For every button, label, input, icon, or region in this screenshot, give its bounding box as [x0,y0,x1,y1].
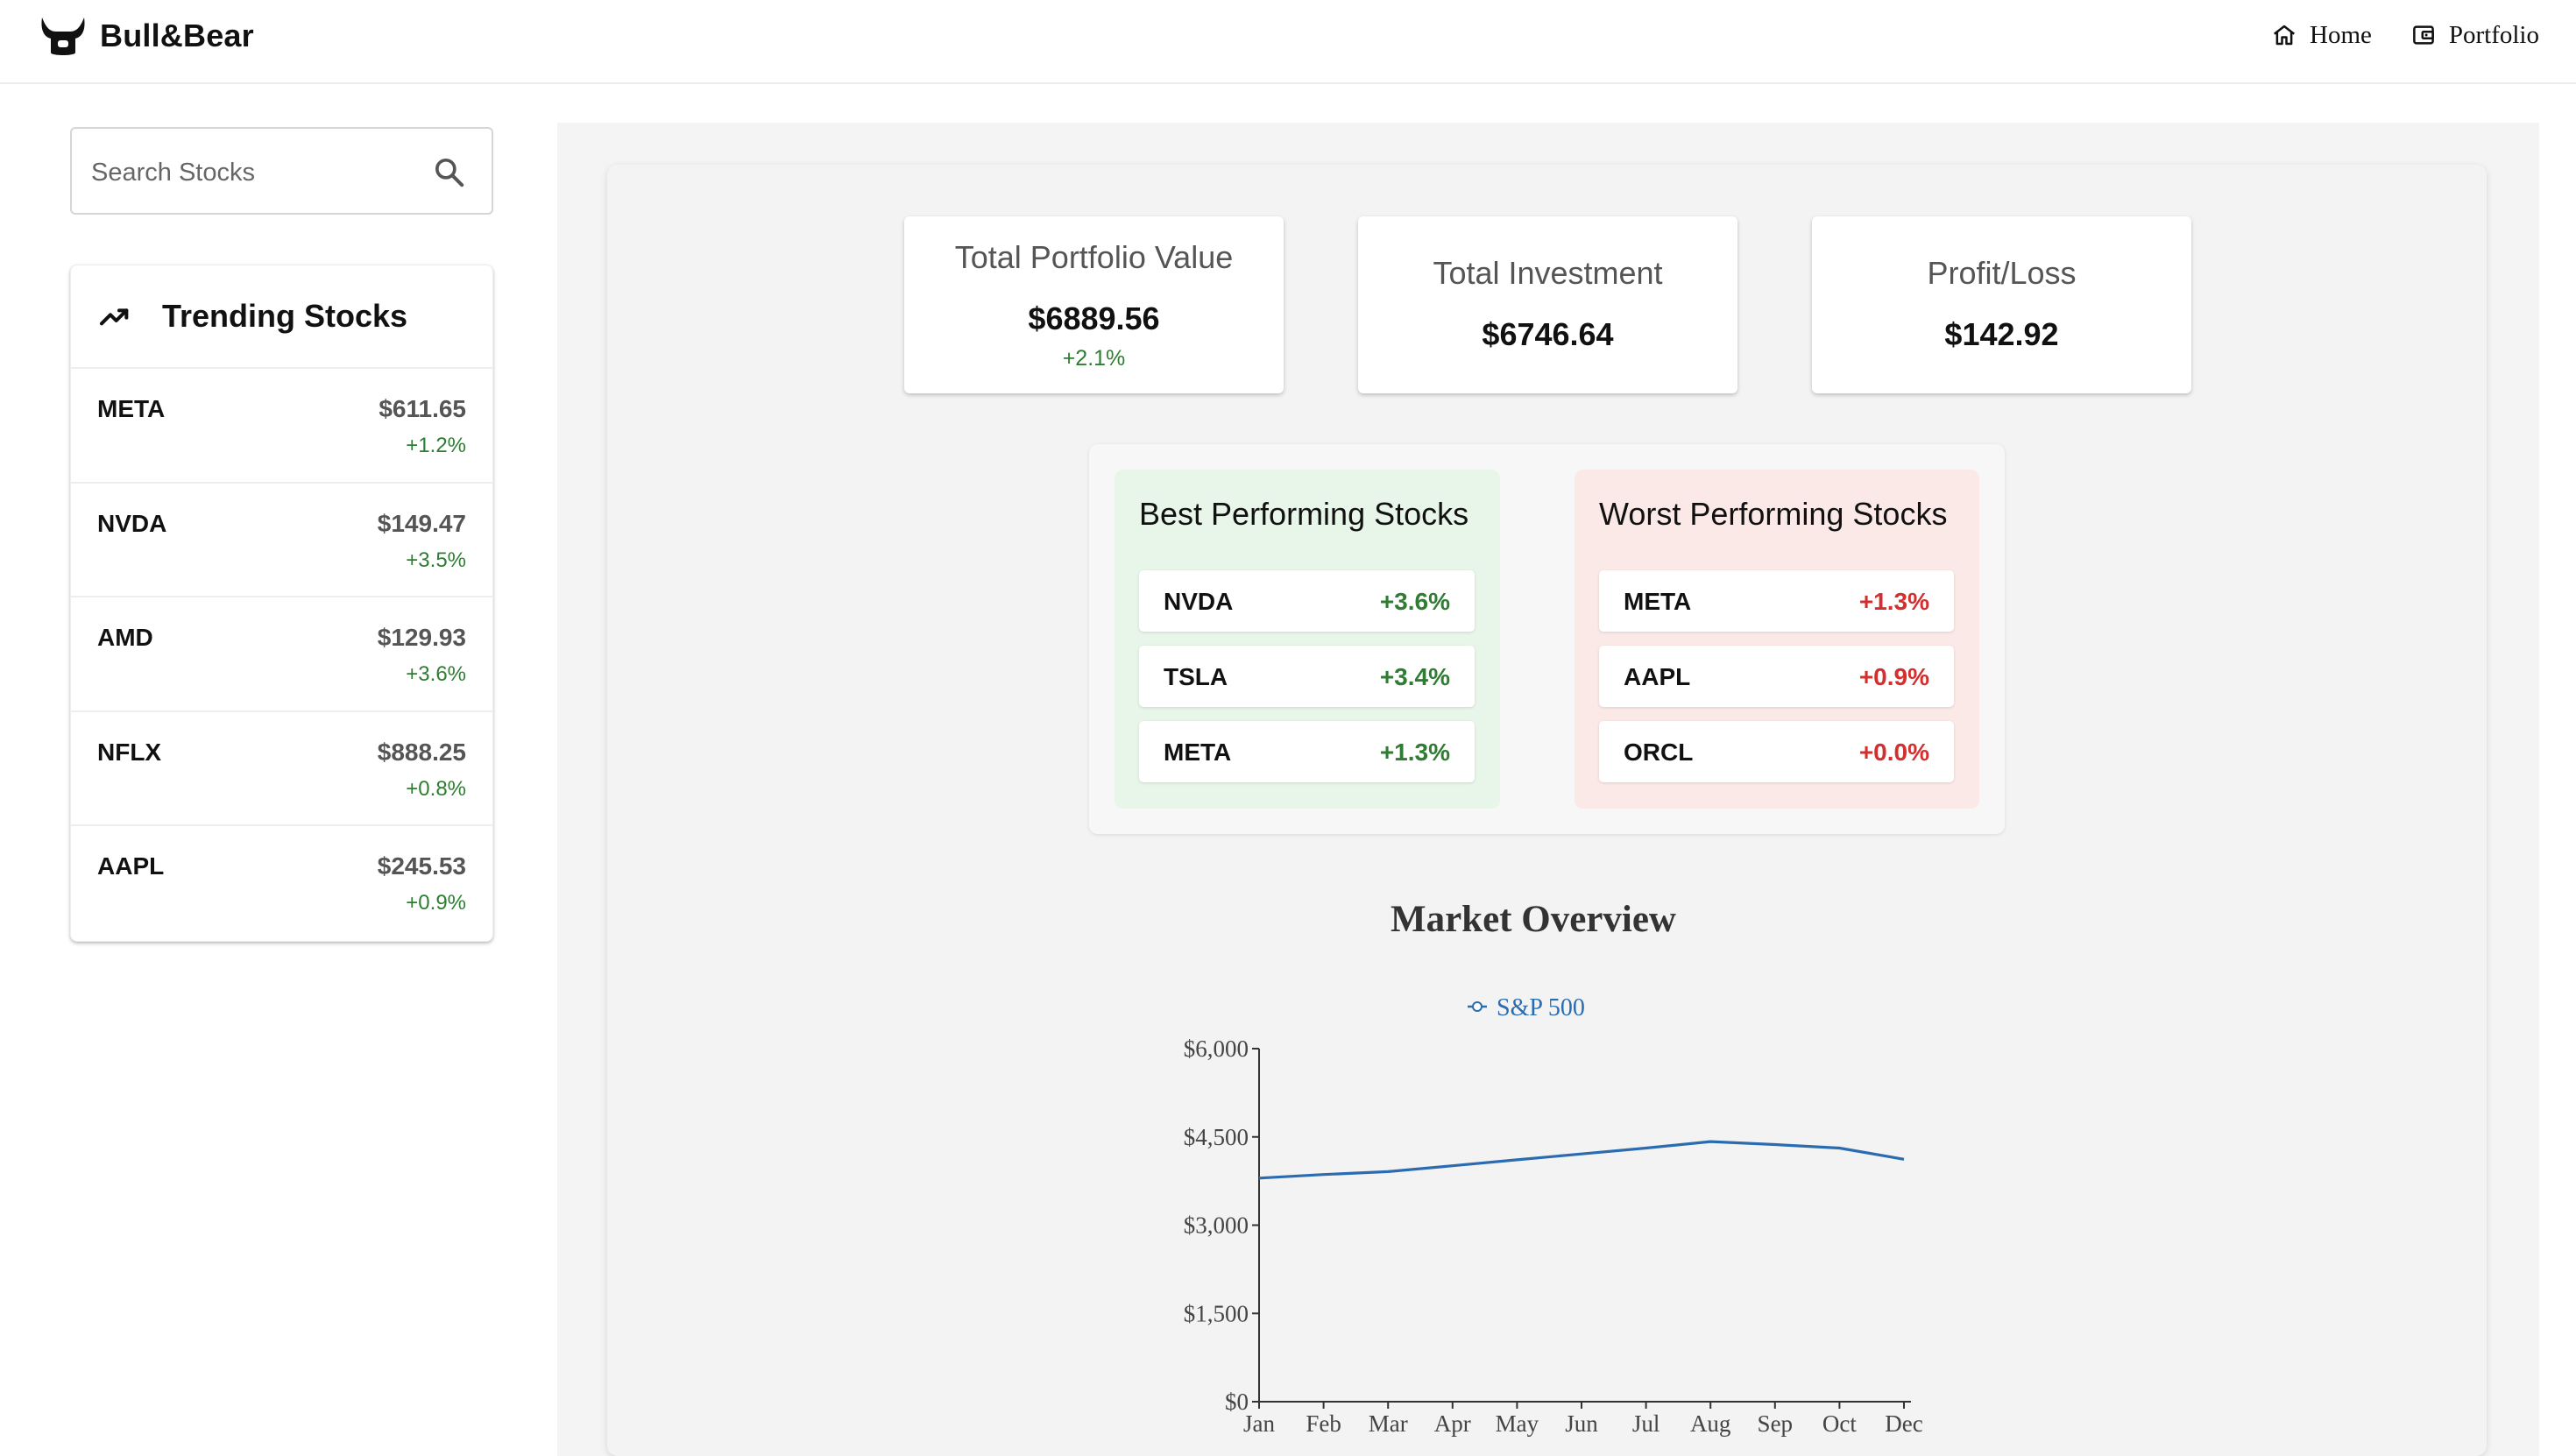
stock-change: +0.0% [1858,739,1929,766]
trending-symbol: NVDA [97,509,167,537]
stock-change: +3.4% [1379,663,1450,690]
stock-change: +1.3% [1858,588,1929,615]
home-icon [2273,25,2296,46]
worst-stock-row[interactable]: ORCL +0.0% [1599,721,1954,782]
trending-row[interactable]: NFLX $888.25 +0.8% [71,712,492,826]
trending-row[interactable]: AAPL $245.53 +0.9% [71,826,492,941]
x-tick-label: Jun [1565,1410,1598,1437]
x-tick-label: Dec [1885,1410,1922,1437]
search-input[interactable] [91,153,424,192]
trending-up-icon [100,308,129,326]
stock-symbol: NVDA [1164,588,1234,615]
x-tick-label: Feb [1306,1410,1341,1437]
y-tick-label: $6,000 [1184,1035,1249,1062]
worst-performing-title: Worst Performing Stocks [1599,496,1948,532]
legend-marker-icon [1472,1001,1483,1012]
best-stock-row[interactable]: META +1.3% [1139,721,1475,782]
trending-price: $149.47 [377,509,466,537]
nav-portfolio[interactable]: Portfolio [2410,21,2539,50]
main-nav: Home Portfolio [2233,16,2539,54]
worst-performing-stocks: Worst Performing Stocks META +1.3% AAPL … [1575,470,1979,809]
trending-row[interactable]: AMD $129.93 +3.6% [71,597,492,712]
chart-title: Market Overview [1391,899,1676,940]
best-stock-row[interactable]: TSLA +3.4% [1139,646,1475,707]
nav-portfolio-label: Portfolio [2448,20,2539,49]
y-tick-label: $3,000 [1184,1212,1249,1239]
x-tick-label: Apr [1434,1410,1471,1437]
x-tick-label: Mar [1369,1410,1408,1437]
total-portfolio-value-card: Total Portfolio Value $6889.56 +2.1% [904,216,1284,393]
best-performing-title: Best Performing Stocks [1139,496,1469,532]
x-tick-label: Jan [1243,1410,1275,1437]
trending-symbol: NFLX [97,738,162,766]
top-navbar: Bull&Bear Home Portfolio [0,0,2576,84]
worst-stock-row[interactable]: META +1.3% [1599,570,1954,632]
best-performing-stocks: Best Performing Stocks NVDA +3.6% TSLA +… [1115,470,1500,809]
stock-change: +1.3% [1379,739,1450,766]
trending-header: Trending Stocks [71,265,492,369]
stat-label: Total Investment [1433,255,1663,291]
stat-value: $142.92 [1944,316,2059,352]
best-stock-row[interactable]: NVDA +3.6% [1139,570,1475,632]
stat-value: $6889.56 [1028,300,1160,336]
stock-change: +3.6% [1379,588,1450,615]
trending-stocks-panel: Trending Stocks META $611.65 +1.2% NVDA … [70,265,493,942]
x-tick-label: Aug [1690,1410,1731,1437]
trending-change: +0.8% [406,776,466,801]
stat-value: $6746.64 [1482,316,1614,352]
trending-price: $888.25 [377,738,466,766]
total-investment-card: Total Investment $6746.64 [1358,216,1737,393]
nav-home[interactable]: Home [2271,21,2372,50]
trending-change: +3.5% [406,548,466,572]
y-tick-label: $1,500 [1184,1300,1249,1326]
x-tick-label: Oct [1822,1410,1857,1437]
stock-symbol: AAPL [1624,663,1691,690]
trending-change: +3.6% [406,662,466,686]
brand-name: Bull&Bear [100,18,254,53]
trending-price: $245.53 [377,852,466,880]
x-tick-label: Jul [1632,1410,1660,1437]
worst-stock-row[interactable]: AAPL +0.9% [1599,646,1954,707]
nav-home-label: Home [2310,20,2372,49]
x-tick-label: Sep [1758,1410,1794,1437]
x-tick-label: May [1496,1410,1539,1437]
y-tick-label: $4,500 [1184,1124,1249,1150]
stat-label: Total Portfolio Value [954,239,1234,275]
trending-price: $611.65 [379,395,466,422]
trending-symbol: META [97,395,166,422]
trending-row[interactable]: META $611.65 +1.2% [71,369,492,484]
performance-panel: Best Performing Stocks NVDA +3.6% TSLA +… [1089,444,2005,834]
search-box [70,127,493,215]
search-icon[interactable] [432,155,467,190]
trending-row[interactable]: NVDA $149.47 +3.5% [71,484,492,597]
stat-label: Profit/Loss [1927,255,2077,291]
wallet-icon [2413,25,2434,45]
profit-loss-card: Profit/Loss $142.92 [1812,216,2191,393]
market-overview-chart: $0$1,500$3,000$4,500$6,000Jan Feb Mar Apr Ma… [1184,994,1923,1437]
stock-symbol: ORCL [1624,739,1694,766]
trending-price: $129.93 [377,624,466,651]
stock-change: +0.9% [1858,663,1929,690]
trending-change: +1.2% [406,434,466,457]
stock-symbol: TSLA [1164,663,1228,690]
series-line-sp500 [1258,1140,1905,1180]
trending-change: +0.9% [406,891,466,915]
brand[interactable]: Bull&Bear [39,12,254,60]
trending-title: Trending Stocks [162,298,408,334]
legend-label: S&P 500 [1497,994,1585,1021]
stock-symbol: META [1164,739,1232,766]
trending-symbol: AAPL [97,852,165,880]
trending-symbol: AMD [97,624,153,651]
bull-logo-icon [41,18,85,55]
stat-change: +2.1% [1062,346,1126,371]
stock-symbol: META [1624,588,1692,615]
